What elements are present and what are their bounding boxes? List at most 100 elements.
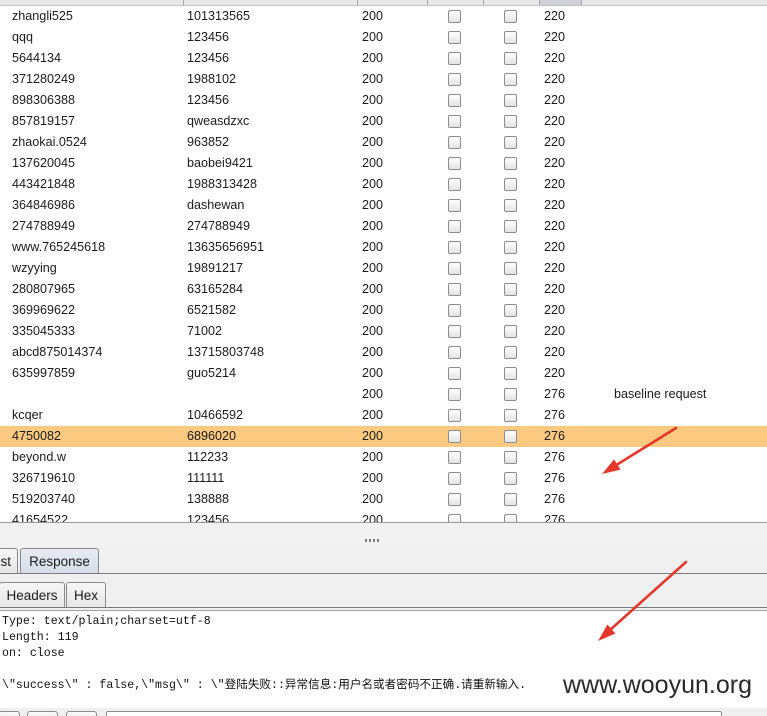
error-checkbox[interactable] — [448, 220, 461, 233]
timeout-checkbox[interactable] — [504, 283, 517, 296]
timeout-checkbox[interactable] — [504, 199, 517, 212]
error-checkbox[interactable] — [448, 10, 461, 23]
column-divider[interactable] — [539, 0, 540, 5]
splitter-grip-icon[interactable] — [365, 539, 381, 542]
table-row[interactable]: 335045333 71002 200 220 — [0, 321, 767, 342]
error-checkbox[interactable] — [448, 493, 461, 506]
error-checkbox[interactable] — [448, 514, 461, 522]
table-row[interactable]: 369969622 6521582 200 220 — [0, 300, 767, 321]
table-row[interactable]: qqq 123456 200 220 — [0, 27, 767, 48]
error-checkbox[interactable] — [448, 157, 461, 170]
timeout-checkbox[interactable] — [504, 514, 517, 522]
length-cell: 220 — [544, 345, 566, 359]
table-row[interactable]: 137620045 baobei9421 200 220 — [0, 153, 767, 174]
pane-splitter[interactable] — [0, 523, 767, 546]
timeout-checkbox[interactable] — [504, 409, 517, 422]
table-row[interactable]: abcd875014374 13715803748 200 220 — [0, 342, 767, 363]
table-row[interactable]: 4750082 6896020 200 276 — [0, 426, 767, 447]
error-checkbox[interactable] — [448, 136, 461, 149]
table-row[interactable]: beyond.w 112233 200 276 — [0, 447, 767, 468]
table-row[interactable]: kcqer 10466592 200 276 — [0, 405, 767, 426]
timeout-checkbox[interactable] — [504, 73, 517, 86]
column-divider[interactable] — [357, 0, 358, 5]
timeout-checkbox[interactable] — [504, 157, 517, 170]
timeout-checkbox[interactable] — [504, 220, 517, 233]
column-divider[interactable] — [427, 0, 428, 5]
table-row[interactable]: www.765245618 13635656951 200 220 — [0, 237, 767, 258]
response-header-line: Length: 119 — [2, 631, 79, 644]
table-row[interactable]: 200 276 baseline request — [0, 384, 767, 405]
table-row[interactable]: 280807965 63165284 200 220 — [0, 279, 767, 300]
timeout-checkbox[interactable] — [504, 10, 517, 23]
tab-headers[interactable]: Headers — [0, 582, 65, 607]
timeout-checkbox[interactable] — [504, 367, 517, 380]
error-checkbox[interactable] — [448, 409, 461, 422]
previous-button[interactable] — [27, 711, 58, 716]
table-row[interactable]: 857819157 qweasdzxc 200 220 — [0, 111, 767, 132]
error-checkbox[interactable] — [448, 472, 461, 485]
timeout-checkbox[interactable] — [504, 388, 517, 401]
timeout-checkbox[interactable] — [504, 346, 517, 359]
table-row[interactable]: 326719610 111111 200 276 — [0, 468, 767, 489]
error-checkbox[interactable] — [448, 199, 461, 212]
table-row[interactable]: 635997859 guo5214 200 220 — [0, 363, 767, 384]
results-table[interactable]: zhangli525 101313565 200 220 qqq 123456 200 220… — [0, 0, 767, 523]
timeout-checkbox[interactable] — [504, 430, 517, 443]
table-row[interactable]: 898306388 123456 200 220 — [0, 90, 767, 111]
table-row[interactable]: 5644134 123456 200 220 — [0, 48, 767, 69]
timeout-checkbox[interactable] — [504, 493, 517, 506]
error-checkbox[interactable] — [448, 73, 461, 86]
error-checkbox[interactable] — [448, 367, 461, 380]
table-row[interactable]: 274788949 274788949 200 220 — [0, 216, 767, 237]
length-cell: 220 — [544, 114, 566, 128]
error-checkbox[interactable] — [448, 52, 461, 65]
table-row[interactable]: wzyying 19891217 200 220 — [0, 258, 767, 279]
timeout-checkbox[interactable] — [504, 451, 517, 464]
error-checkbox[interactable] — [448, 178, 461, 191]
error-checkbox[interactable] — [448, 94, 461, 107]
column-divider[interactable] — [581, 0, 582, 5]
error-checkbox[interactable] — [448, 304, 461, 317]
error-checkbox[interactable] — [448, 283, 461, 296]
error-checkbox[interactable] — [448, 325, 461, 338]
timeout-checkbox[interactable] — [504, 262, 517, 275]
table-row[interactable]: 41654522 123456 200 276 — [0, 510, 767, 522]
timeout-checkbox[interactable] — [504, 52, 517, 65]
table-row[interactable]: zhaokai.0524 963852 200 220 — [0, 132, 767, 153]
length-cell: 220 — [544, 72, 566, 86]
timeout-checkbox[interactable] — [504, 94, 517, 107]
table-row[interactable]: 519203740 138888 200 276 — [0, 489, 767, 510]
timeout-checkbox[interactable] — [504, 136, 517, 149]
tab-request[interactable]: st — [0, 548, 18, 573]
payload1-cell: abcd875014374 — [12, 345, 103, 359]
next-button[interactable] — [66, 711, 97, 716]
payload2-cell: 1988313428 — [187, 177, 258, 191]
timeout-checkbox[interactable] — [504, 241, 517, 254]
column-divider[interactable] — [483, 0, 484, 5]
timeout-checkbox[interactable] — [504, 178, 517, 191]
table-row[interactable]: 371280249 1988102 200 220 — [0, 69, 767, 90]
timeout-checkbox[interactable] — [504, 31, 517, 44]
tab-hex[interactable]: Hex — [66, 582, 106, 607]
error-checkbox[interactable] — [448, 241, 461, 254]
table-row[interactable]: zhangli525 101313565 200 220 — [0, 6, 767, 27]
error-checkbox[interactable] — [448, 115, 461, 128]
error-checkbox[interactable] — [448, 430, 461, 443]
column-divider[interactable] — [183, 0, 184, 5]
timeout-checkbox[interactable] — [504, 325, 517, 338]
search-input[interactable] — [106, 711, 722, 716]
timeout-checkbox[interactable] — [504, 115, 517, 128]
error-checkbox[interactable] — [448, 451, 461, 464]
table-row[interactable]: 364846986 dashewan 200 220 — [0, 195, 767, 216]
timeout-checkbox[interactable] — [504, 472, 517, 485]
sorted-column-header[interactable] — [540, 0, 581, 5]
error-checkbox[interactable] — [448, 346, 461, 359]
help-button[interactable] — [0, 711, 20, 716]
table-row[interactable]: 443421848 1988313428 200 220 — [0, 174, 767, 195]
timeout-checkbox[interactable] — [504, 304, 517, 317]
error-checkbox[interactable] — [448, 388, 461, 401]
tab-response[interactable]: Response — [20, 548, 99, 573]
error-checkbox[interactable] — [448, 31, 461, 44]
payload2-cell: 123456 — [187, 30, 230, 44]
error-checkbox[interactable] — [448, 262, 461, 275]
